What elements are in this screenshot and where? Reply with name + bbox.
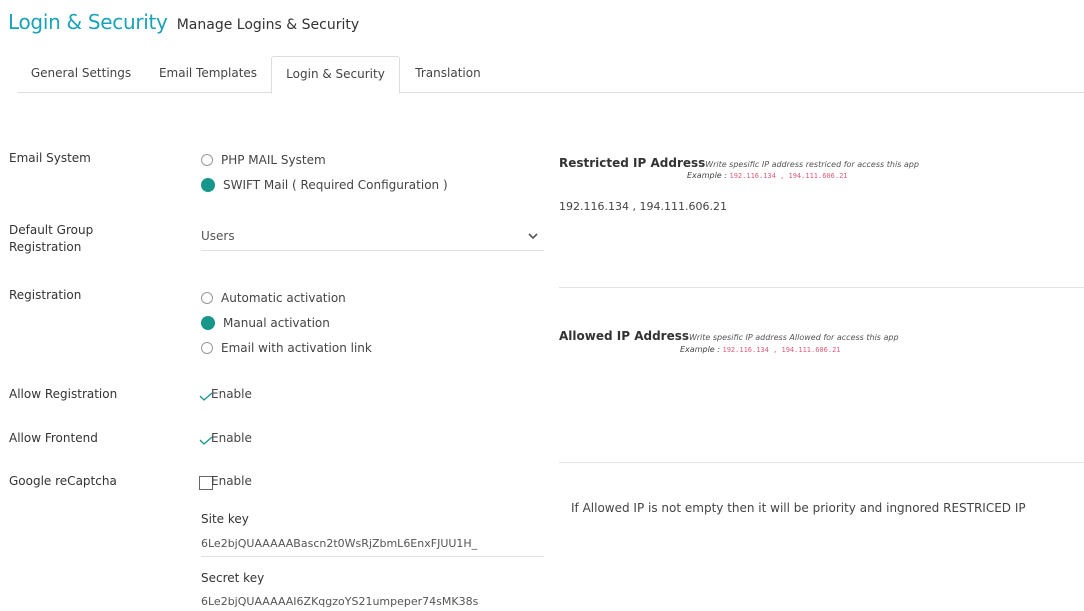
radio-unchecked-icon <box>201 154 213 166</box>
restricted-ip-input[interactable]: 192.116.134 , 194.111.606.21 <box>559 200 727 213</box>
radio-label: Email with activation link <box>221 341 372 355</box>
example-label: Example : <box>680 345 720 354</box>
radio-manual-activation[interactable]: Manual activation <box>201 315 330 331</box>
allowed-ip-heading: Allowed IP Address <box>559 329 689 343</box>
page-subtitle: Manage Logins & Security <box>176 17 360 33</box>
toggle-label: Enable <box>211 474 252 488</box>
default-group-label: Default Group Registration <box>9 222 93 256</box>
secret-key-input[interactable]: 6Le2bjQUAAAAAI6ZKqgzoYS21umpeper74sMK38s <box>201 595 531 608</box>
allowed-ip-title: Allowed IP AddressWrite spesific IP addr… <box>559 325 899 344</box>
page-title: Login & Security Manage Logins & Securit… <box>8 10 359 34</box>
allow-frontend-label: Allow Frontend <box>9 431 98 445</box>
default-group-label-line2: Registration <box>9 240 82 254</box>
divider <box>559 462 1084 463</box>
radio-label: PHP MAIL System <box>221 153 326 167</box>
google-recaptcha-label: Google reCaptcha <box>9 474 117 488</box>
radio-php-mail[interactable]: PHP MAIL System <box>201 152 326 168</box>
radio-unchecked-icon <box>201 292 213 304</box>
tab-login-security[interactable]: Login & Security <box>271 56 400 94</box>
secret-key-label: Secret key <box>201 571 265 585</box>
allow-frontend-toggle[interactable]: Enable <box>199 430 252 446</box>
registration-label: Registration <box>9 288 82 302</box>
default-group-label-line1: Default Group <box>9 223 94 237</box>
radio-checked-icon <box>201 316 215 330</box>
settings-tabs: General Settings Email Templates Login &… <box>18 56 1084 94</box>
site-key-label: Site key <box>201 512 249 526</box>
page-title-main: Login & Security <box>8 10 168 34</box>
example-code: 192.116.134 , 194.111.606.21 <box>722 346 841 354</box>
restricted-ip-title: Restricted IP AddressWrite spesific IP a… <box>559 152 919 171</box>
tab-general-settings[interactable]: General Settings <box>18 56 144 91</box>
radio-unchecked-icon <box>201 342 213 354</box>
radio-swift-mail[interactable]: SWIFT Mail ( Required Configuration ) <box>201 177 448 193</box>
allowed-ip-example: Example : 192.116.134 , 194.111.606.21 <box>680 345 841 354</box>
radio-label: SWIFT Mail ( Required Configuration ) <box>223 178 448 192</box>
chevron-down-icon <box>528 233 538 240</box>
tab-email-templates[interactable]: Email Templates <box>146 56 270 91</box>
google-recaptcha-toggle[interactable]: Enable <box>199 473 252 490</box>
ip-priority-note: If Allowed IP is not empty then it will … <box>571 501 1026 515</box>
restricted-ip-hint: Write spesific IP address restriced for … <box>705 160 919 169</box>
radio-checked-icon <box>201 178 215 192</box>
radio-label: Automatic activation <box>221 291 346 305</box>
radio-automatic-activation[interactable]: Automatic activation <box>201 290 346 306</box>
allow-registration-toggle[interactable]: Enable <box>199 386 252 402</box>
allowed-ip-input[interactable] <box>559 370 1079 450</box>
example-code: 192.116.134 , 194.111.606.21 <box>729 172 848 180</box>
allow-registration-label: Allow Registration <box>9 387 118 401</box>
default-group-selected: Users <box>201 229 235 243</box>
restricted-ip-heading: Restricted IP Address <box>559 156 706 170</box>
site-key-underline <box>201 556 544 557</box>
toggle-label: Enable <box>211 431 252 445</box>
site-key-input[interactable]: 6Le2bjQUAAAAABascn2t0WsRjZbmL6EnxFJUU1H_ <box>201 537 531 550</box>
restricted-ip-example: Example : 192.116.134 , 194.111.606.21 <box>687 171 848 180</box>
example-label: Example : <box>687 171 727 180</box>
email-system-label: Email System <box>9 151 91 165</box>
radio-email-activation-link[interactable]: Email with activation link <box>201 340 372 356</box>
default-group-select[interactable]: Users <box>201 226 544 251</box>
divider <box>559 287 1084 288</box>
tab-translation[interactable]: Translation <box>400 56 496 91</box>
toggle-label: Enable <box>211 387 252 401</box>
radio-label: Manual activation <box>223 316 330 330</box>
allowed-ip-hint: Write spesific IP address Allowed for ac… <box>689 333 899 342</box>
